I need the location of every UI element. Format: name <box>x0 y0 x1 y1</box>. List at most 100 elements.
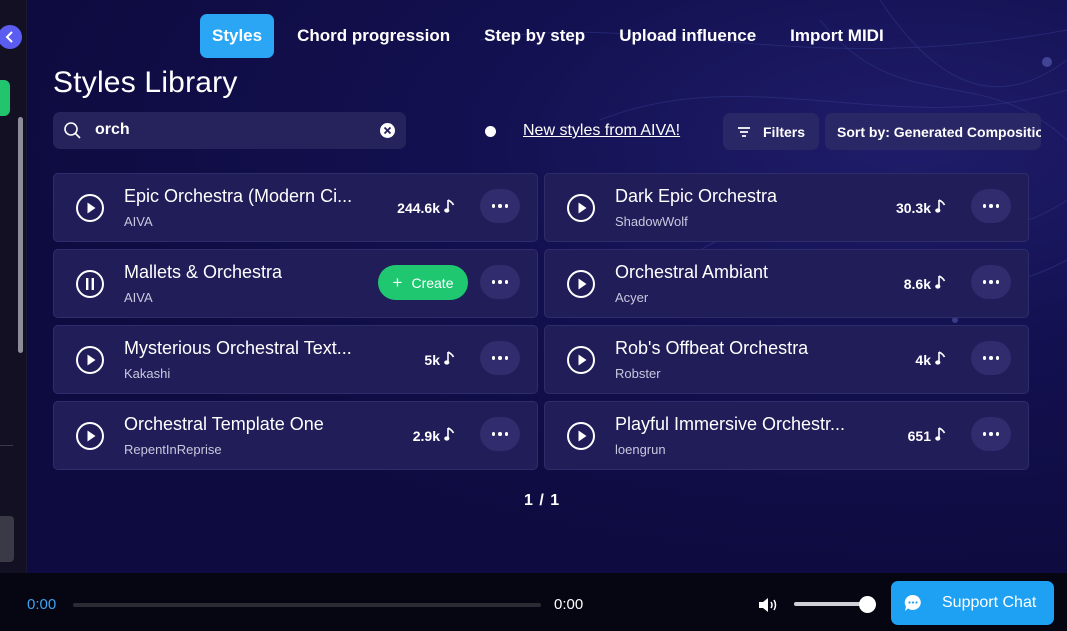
music-note-icon <box>935 275 946 293</box>
style-card[interactable]: Epic Orchestra (Modern Ci... AIVA 244.6k <box>53 173 538 242</box>
clear-search-icon[interactable] <box>380 123 395 138</box>
composition-count: 651 <box>908 427 946 445</box>
top-tabs: Styles Chord progression Step by step Up… <box>200 14 901 58</box>
style-card[interactable]: Orchestral Ambiant Acyer 8.6k <box>544 249 1029 318</box>
count-value: 651 <box>907 428 931 444</box>
count-value: 5k <box>424 352 440 368</box>
composition-count: 2.9k <box>413 427 455 445</box>
more-options-button[interactable] <box>971 341 1011 375</box>
sort-dropdown[interactable]: Sort by: Generated Compositions <box>825 113 1041 150</box>
plus-icon: + <box>392 272 403 292</box>
style-author[interactable]: Kakashi <box>124 366 170 381</box>
play-button[interactable] <box>567 422 595 450</box>
play-button[interactable] <box>567 270 595 298</box>
more-icon <box>982 432 1000 436</box>
style-title: Mysterious Orchestral Text... <box>124 338 352 358</box>
more-icon <box>982 280 1000 284</box>
new-styles-link[interactable]: New styles from AIVA! <box>523 122 680 140</box>
more-options-button[interactable] <box>971 417 1011 451</box>
play-icon <box>86 202 96 214</box>
style-author[interactable]: Robster <box>615 366 661 381</box>
music-note-icon <box>935 427 946 445</box>
style-author[interactable]: ShadowWolf <box>615 214 688 229</box>
player-bar: 0:00 0:00 Support Chat <box>0 573 1067 631</box>
play-button[interactable] <box>76 194 104 222</box>
play-button[interactable] <box>76 346 104 374</box>
search-input[interactable]: orch <box>53 112 406 149</box>
composition-count: 244.6k <box>397 199 455 217</box>
support-chat-button[interactable]: Support Chat <box>891 581 1054 625</box>
more-options-button[interactable] <box>480 189 520 223</box>
more-options-button[interactable] <box>480 417 520 451</box>
style-author[interactable]: AIVA <box>124 214 153 229</box>
more-options-button[interactable] <box>480 341 520 375</box>
style-title: Orchestral Ambiant <box>615 262 769 282</box>
play-button[interactable] <box>567 194 595 222</box>
play-button[interactable] <box>567 346 595 374</box>
more-icon <box>491 356 509 360</box>
style-author[interactable]: AIVA <box>124 290 153 305</box>
pause-icon <box>85 278 95 290</box>
style-author[interactable]: Acyer <box>615 290 648 305</box>
style-author[interactable]: loengrun <box>615 442 666 457</box>
more-icon <box>491 432 509 436</box>
play-icon <box>86 430 96 442</box>
composition-count: 8.6k <box>904 275 946 293</box>
play-icon <box>577 430 587 442</box>
volume-icon[interactable] <box>757 595 781 615</box>
tab-styles[interactable]: Styles <box>200 14 275 58</box>
style-title: Dark Epic Orchestra <box>615 186 778 206</box>
style-card[interactable]: Playful Immersive Orchestr... loengrun 651 <box>544 401 1029 470</box>
pause-button[interactable] <box>76 270 104 298</box>
pagination: 1 / 1 <box>524 492 561 509</box>
more-options-button[interactable] <box>971 265 1011 299</box>
sidebar-item[interactable] <box>0 516 14 562</box>
tab-upload-influence[interactable]: Upload influence <box>602 14 773 58</box>
more-options-button[interactable] <box>971 189 1011 223</box>
search-value[interactable]: orch <box>95 121 130 139</box>
music-note-icon <box>444 199 455 217</box>
count-value: 244.6k <box>397 200 440 216</box>
style-card[interactable]: Orchestral Template One RepentInReprise 2.… <box>53 401 538 470</box>
style-title: Rob's Offbeat Orchestra <box>615 338 809 358</box>
tab-import-midi[interactable]: Import MIDI <box>773 14 901 58</box>
style-card[interactable]: Dark Epic Orchestra ShadowWolf 30.3k <box>544 173 1029 242</box>
play-icon <box>577 354 587 366</box>
more-options-button[interactable] <box>480 265 520 299</box>
volume-slider-handle[interactable] <box>859 596 876 613</box>
music-note-icon <box>444 427 455 445</box>
count-value: 2.9k <box>412 428 440 444</box>
style-title: Mallets & Orchestra <box>124 262 283 282</box>
play-icon <box>577 202 587 214</box>
support-chat-label: Support Chat <box>942 594 1037 611</box>
composition-count: 5k <box>424 351 455 369</box>
style-author[interactable]: RepentInReprise <box>124 442 222 457</box>
page-title: Styles Library <box>53 66 238 99</box>
style-card[interactable]: Rob's Offbeat Orchestra Robster 4k <box>544 325 1029 394</box>
create-button[interactable]: + Create <box>378 265 468 300</box>
search-icon <box>64 122 81 139</box>
progress-bar[interactable] <box>73 603 541 607</box>
duration: 0:00 <box>554 596 584 613</box>
music-note-icon <box>935 351 946 369</box>
music-note-icon <box>935 199 946 217</box>
more-icon <box>491 280 509 284</box>
more-icon <box>491 204 509 208</box>
filters-button[interactable]: Filters <box>723 113 819 150</box>
new-indicator-dot <box>485 126 496 137</box>
style-title: Epic Orchestra (Modern Ci... <box>124 186 353 206</box>
style-card[interactable]: Mysterious Orchestral Text... Kakashi 5k <box>53 325 538 394</box>
style-title: Playful Immersive Orchestr... <box>615 414 846 434</box>
left-sidebar-collapsed <box>0 0 27 573</box>
volume-slider[interactable] <box>794 602 866 606</box>
tab-step-by-step[interactable]: Step by step <box>467 14 602 58</box>
composition-count: 4k <box>915 351 946 369</box>
sidebar-scrollbar[interactable] <box>18 117 23 353</box>
count-value: 8.6k <box>903 276 931 292</box>
style-card[interactable]: Mallets & Orchestra AIVA + Create <box>53 249 538 318</box>
filter-icon <box>738 126 750 137</box>
music-note-icon <box>444 351 455 369</box>
tab-chord-progression[interactable]: Chord progression <box>280 14 467 58</box>
play-icon <box>86 354 96 366</box>
play-button[interactable] <box>76 422 104 450</box>
